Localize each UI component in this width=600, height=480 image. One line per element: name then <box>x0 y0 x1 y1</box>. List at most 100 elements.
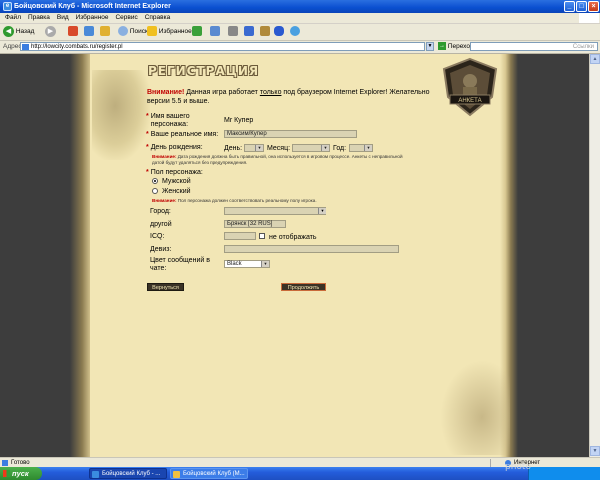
icq-input[interactable] <box>224 232 256 240</box>
discuss-button[interactable] <box>260 26 270 38</box>
history-button[interactable] <box>192 26 202 38</box>
city-select[interactable] <box>224 207 326 215</box>
chat-color-value: Black <box>227 261 242 267</box>
address-bar: Адрес: http://lowcity.combats.ru/registe… <box>0 41 600 54</box>
year-select[interactable]: ▼ <box>349 144 373 152</box>
taskbar-item-ie-2[interactable]: Бойцовский Клуб (М... <box>170 468 248 479</box>
menu-view[interactable]: Вид <box>57 13 69 23</box>
chevron-down-icon: ▼ <box>321 145 329 151</box>
warning-text-1: Данная игра работает <box>184 89 260 96</box>
page-title: РЕГИСТРАЦИЯ <box>148 64 260 78</box>
messenger-icon <box>290 26 300 37</box>
edit-button[interactable] <box>244 26 254 38</box>
chevron-down-icon: ▼ <box>261 261 269 267</box>
menu-file[interactable]: Файл <box>5 13 21 23</box>
address-dropdown-button[interactable]: ▼ <box>426 42 434 51</box>
home-button[interactable] <box>100 26 110 38</box>
birthday-note-prefix: Внимание: <box>152 154 177 159</box>
continue-button[interactable]: Продолжить <box>281 283 326 291</box>
links-toolbar[interactable]: Ссылки <box>470 42 598 51</box>
gender-male-radio[interactable] <box>152 178 158 184</box>
real-name-input[interactable]: Максим/Купер <box>224 130 357 138</box>
mail-button[interactable] <box>210 26 220 38</box>
menu-bar: Файл Правка Вид Избранное Сервис Справка <box>0 13 600 24</box>
title-bar: e Бойцовский Клуб - Microsoft Internet E… <box>0 0 600 13</box>
favorites-button[interactable]: Избранное <box>147 26 192 38</box>
window-title: Бойцовский Клуб - Microsoft Internet Exp… <box>14 3 171 10</box>
bluetooth-icon <box>274 26 284 37</box>
gender-female-radio[interactable] <box>152 188 158 194</box>
gender-note-prefix: Внимание: <box>152 198 177 203</box>
menu-favorites[interactable]: Избранное <box>76 13 109 23</box>
menu-edit[interactable]: Правка <box>28 13 50 23</box>
hide-icq-checkbox[interactable] <box>259 233 265 239</box>
day-label: День: <box>224 145 243 152</box>
gender-note: Внимание: Пол персонажа должен соответст… <box>152 198 402 204</box>
chevron-down-icon: ▼ <box>364 145 372 151</box>
real-name-label: Ваше реальное имя: <box>150 131 219 138</box>
chat-color-select[interactable]: Black ▼ <box>224 260 270 268</box>
bluetooth-button[interactable] <box>274 26 284 38</box>
month-label: Месяц: <box>267 145 291 152</box>
city-label: Город: <box>150 208 171 215</box>
task1-label: Бойцовский Клуб - ... <box>102 471 161 477</box>
chevron-down-icon: ▼ <box>318 208 326 214</box>
search-icon <box>118 26 128 37</box>
other-city-input[interactable]: Брянск [32 RUS] <box>224 220 286 228</box>
back-button[interactable]: ◀ Назад <box>3 26 34 38</box>
year-label: Год: <box>333 145 347 152</box>
gender-female-label: Женский <box>162 188 191 195</box>
favorites-label: Избранное <box>158 28 192 35</box>
print-button[interactable] <box>228 26 238 38</box>
shield-label: АНКЕТА <box>458 98 481 104</box>
start-label: пуск <box>12 469 29 478</box>
windows-flag-icon <box>3 470 10 477</box>
system-tray <box>528 467 600 480</box>
shield-emblem-icon: АНКЕТА <box>442 57 498 117</box>
scroll-down-icon[interactable]: ▼ <box>590 446 600 456</box>
close-button[interactable]: × <box>588 1 599 12</box>
hide-icq-label: не отображать <box>269 234 317 241</box>
chat-color-label: Цвет сообщений в чате: <box>150 257 210 272</box>
refresh-button[interactable] <box>84 26 94 38</box>
home-icon <box>100 26 110 37</box>
menu-help[interactable]: Справка <box>145 13 171 23</box>
stop-button[interactable] <box>68 26 78 38</box>
scroll-up-icon[interactable]: ▲ <box>590 54 600 64</box>
other-city-label: другой <box>150 221 172 228</box>
messenger-button[interactable] <box>290 26 300 38</box>
bottom-decoration <box>440 360 510 455</box>
go-button[interactable]: → Переход <box>438 42 474 52</box>
printer-icon <box>228 26 238 37</box>
back-form-button[interactable]: Вернуться <box>147 283 184 291</box>
minimize-button[interactable]: _ <box>564 1 575 12</box>
taskbar-item-ie-1[interactable]: Бойцовский Клуб - ... <box>89 468 167 479</box>
mail-icon <box>210 26 220 37</box>
warning-only: только <box>259 89 282 96</box>
day-select[interactable]: ▼ <box>244 144 264 152</box>
vertical-scrollbar[interactable]: ▲ ▼ <box>589 54 600 457</box>
search-label: Поиск <box>129 28 148 35</box>
folder-icon <box>173 471 180 478</box>
forward-arrow-icon: ▶ <box>45 26 56 37</box>
windows-logo-icon <box>579 13 599 23</box>
search-button[interactable]: Поиск <box>118 26 148 38</box>
motto-input[interactable] <box>224 245 399 253</box>
address-input[interactable]: http://lowcity.combats.ru/register.pl <box>20 42 425 51</box>
links-label: Ссылки <box>572 44 594 50</box>
history-icon <box>192 26 202 37</box>
stop-icon <box>68 26 78 37</box>
back-arrow-icon: ◀ <box>3 26 14 37</box>
watermark: photo <box>505 462 531 472</box>
discuss-icon <box>260 26 270 37</box>
chevron-down-icon: ▼ <box>255 145 263 151</box>
menu-tools[interactable]: Сервис <box>115 13 137 23</box>
month-select[interactable]: ▼ <box>292 144 330 152</box>
browser-warning: Внимание! Данная игра работает только по… <box>147 88 442 106</box>
start-button[interactable]: пуск <box>0 467 42 480</box>
status-divider <box>490 459 491 467</box>
char-name-row-label: * Имя вашего персонажа: <box>146 113 209 129</box>
warning-prefix: Внимание! <box>147 89 185 96</box>
forward-button[interactable]: ▶ <box>45 26 56 38</box>
maximize-button[interactable]: □ <box>576 1 587 12</box>
